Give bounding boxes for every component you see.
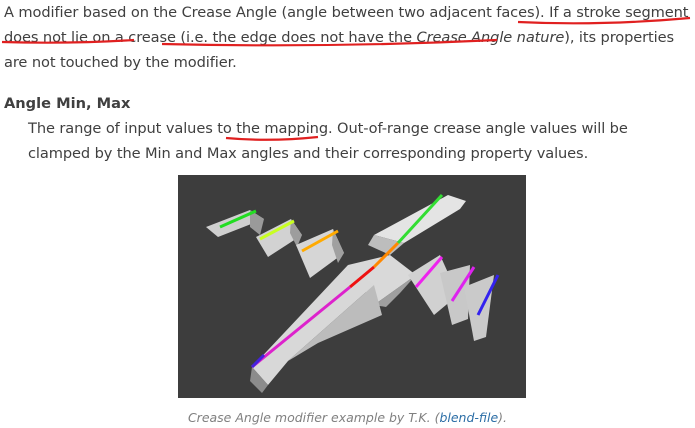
desc-text-1: The range of input values to [28,120,237,137]
intro-text-4: the edge does not have the [212,29,417,46]
intro-text-1: A modifier based on the Crease Angle (an… [4,4,550,21]
blend-file-link[interactable]: blend-file [439,410,498,425]
crease-angle-nature-term: Crease Angle nature [416,29,565,46]
intro-paragraph: A modifier based on the Crease Angle (an… [4,0,694,75]
caption-prefix: Crease Angle modifier example by T.K. ( [187,410,440,425]
intro-text-3: (i.e. [175,29,213,46]
caption-suffix: ). [498,410,508,425]
figure-render [206,193,500,393]
desc-highlight: the mapping [236,120,328,137]
definition-description: The range of input values to the mapping… [28,116,692,166]
crease-angle-example-image [178,175,526,398]
figure-caption: Crease Angle modifier example by T.K. (b… [0,410,695,425]
definition-term: Angle Min, Max [4,95,131,112]
